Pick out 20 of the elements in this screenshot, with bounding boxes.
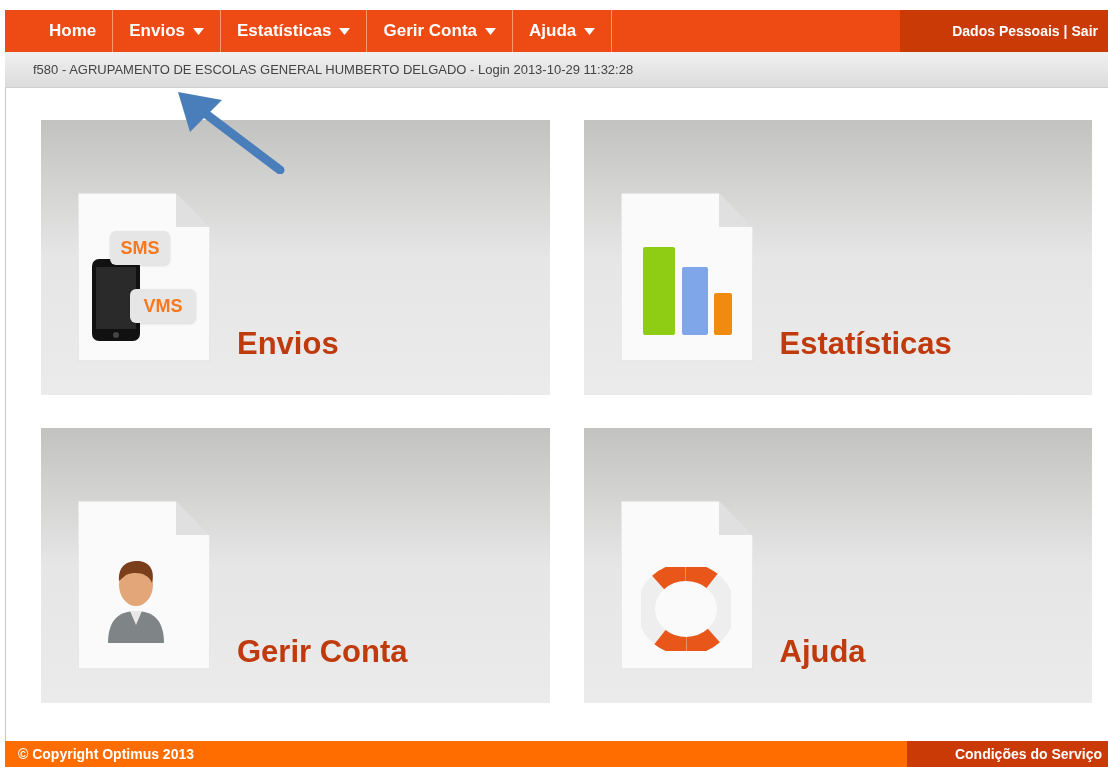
session-info-bar: f580 - AGRUPAMENTO DE ESCOLAS GENERAL HUMBERTO DELGADO - Login 2013-10-29 11:32:28 [5, 52, 1108, 88]
menu-tile[interactable]: Ajuda [583, 428, 1092, 703]
bar-chart-icon [642, 245, 733, 335]
terms-of-service-link[interactable]: Condições do Serviço [907, 741, 1108, 767]
logout-link[interactable]: Sair [1071, 20, 1098, 42]
tile-title: Estatísticas [779, 328, 952, 359]
tile-title: Ajuda [779, 636, 866, 667]
menu-tile[interactable]: Estatísticas [583, 120, 1092, 395]
nav-menu-item[interactable]: Home [33, 10, 113, 52]
tile-title: Envios [237, 328, 339, 359]
speech-bubble: VMS [130, 289, 196, 323]
personal-data-link[interactable]: Dados Pessoais [952, 20, 1060, 42]
copyright-text: © Copyright Optimus 2013 [17, 744, 194, 764]
menu-tile[interactable]: SMS VMS Envios [41, 120, 550, 395]
link-separator: | [1063, 21, 1068, 41]
tile-title: Gerir Conta [237, 636, 408, 667]
speech-bubble: SMS [110, 231, 170, 265]
person-icon [106, 559, 166, 643]
lifebuoy-icon [640, 567, 731, 651]
menu-tile[interactable]: Gerir Conta [41, 428, 550, 703]
